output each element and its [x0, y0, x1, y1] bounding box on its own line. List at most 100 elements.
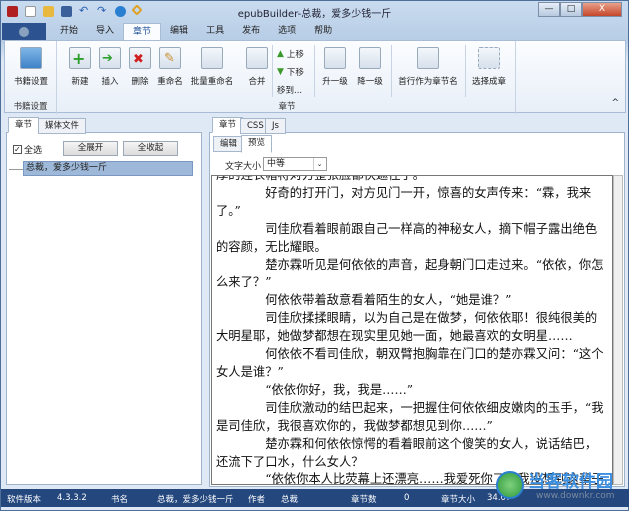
- ribbon: 书籍设置 书籍设置 + 新建 ➔ 插入 ✖ 删除 ✎ 重命名 批量重命名 合并 ▲ 上移 …: [4, 40, 626, 114]
- promote-label: 升一级: [322, 77, 348, 87]
- new-button[interactable]: + 新建: [63, 47, 97, 87]
- select-all-label: 全选: [24, 146, 43, 156]
- group-book-settings: 书籍设置 书籍设置: [5, 41, 57, 114]
- expand-all-button[interactable]: 全展开: [63, 141, 118, 156]
- tree-item[interactable]: 总裁，爱多少钱一斤: [23, 161, 193, 176]
- promote-icon: [324, 47, 346, 69]
- vertical-scrollbar[interactable]: [613, 175, 623, 485]
- select-chapter-button[interactable]: 选择成章: [469, 47, 509, 87]
- tab-start[interactable]: 开始: [51, 23, 87, 40]
- tab-options[interactable]: 选项: [269, 23, 305, 40]
- first-line-title-button[interactable]: 首行作为章节名: [395, 47, 461, 87]
- version-value: 4.3.3.2: [57, 493, 87, 503]
- paragraph: 司佳欣激动的结巴起来，一把握住何依依细皮嫩肉的玉手，“我是司佳欣，我很喜欢你的，…: [216, 400, 604, 433]
- paragraph: 何依依带着敌意看着陌生的女人，“她是谁？”: [265, 293, 512, 308]
- tab-chapters[interactable]: 章节: [8, 117, 40, 133]
- book-value: 总裁，爱多少钱一斤: [157, 495, 234, 505]
- watermark-text: 当客软件园: [528, 472, 613, 492]
- app-window: ↶ ↷ epubBuilder-总裁，爱多少钱一斤 — □ X 开始 导入 章节…: [0, 0, 629, 511]
- chapter-tree-panel: [6, 132, 202, 485]
- tab-chapter-content[interactable]: 章节: [212, 117, 244, 133]
- size-label: 章节大小: [441, 495, 476, 505]
- tab-import[interactable]: 导入: [87, 23, 123, 40]
- group-chapter: + 新建 ➔ 插入 ✖ 删除 ✎ 重命名 批量重命名 合并 ▲ 上移 ▼ 下移 移到... …: [57, 41, 537, 114]
- move-up-label: 上移: [286, 50, 304, 60]
- merge-label: 合并: [248, 77, 266, 87]
- chapters-label: 章节数: [351, 495, 377, 505]
- window-title: epubBuilder-总裁，爱多少钱一斤: [237, 9, 392, 20]
- promote-button[interactable]: 升一级: [318, 47, 352, 87]
- merge-button[interactable]: 合并: [240, 47, 274, 87]
- insert-label: 插入: [101, 77, 119, 87]
- paragraph: 好奇的打开门，对方见门一开，惊喜的女声传来：“霖，我来了。”: [216, 185, 592, 218]
- font-size-select[interactable]: 中等 ⌄: [263, 157, 327, 171]
- tab-preview[interactable]: 预览: [241, 135, 273, 153]
- move-down-label: 下移: [286, 68, 304, 78]
- user-icon: [19, 26, 29, 37]
- insert-button[interactable]: ➔ 插入: [93, 47, 127, 87]
- maximize-button[interactable]: □: [560, 2, 582, 17]
- author-value: 总裁: [281, 495, 299, 505]
- book-settings-label: 书籍设置: [13, 77, 48, 87]
- paragraph: 司佳欣看着眼前跟自己一样高的神秘女人，摘下帽子露出绝色的容颜，无比耀眼。: [216, 221, 598, 254]
- move-up-button[interactable]: ▲ 上移: [277, 48, 304, 60]
- chapters-value: 0: [404, 493, 410, 503]
- minimize-button[interactable]: —: [538, 2, 560, 17]
- book-label: 书名: [111, 495, 129, 505]
- first-line-title-label: 首行作为章节名: [398, 77, 458, 87]
- arrow-up-icon: ▲: [277, 49, 284, 59]
- tab-media-files[interactable]: 媒体文件: [38, 118, 87, 134]
- select-all-checkbox[interactable]: ✓ 全选: [13, 143, 42, 156]
- tab-chapter[interactable]: 章节: [123, 23, 162, 40]
- tab-edit[interactable]: 编辑: [161, 23, 197, 40]
- watermark-logo: 当客软件园 www.downkr.com: [496, 467, 626, 509]
- batch-rename-icon: [201, 47, 223, 69]
- new-label: 新建: [71, 77, 89, 87]
- collapse-all-button[interactable]: 全收起: [123, 141, 178, 156]
- insert-icon: ➔: [99, 47, 121, 69]
- font-size-label: 文字大小: [225, 162, 262, 172]
- tab-editor[interactable]: 编辑: [213, 136, 245, 152]
- close-button[interactable]: X: [582, 2, 622, 17]
- demote-label: 降一级: [357, 77, 383, 87]
- batch-rename-label: 批量重命名: [190, 77, 234, 87]
- arrow-down-icon: ▼: [277, 67, 284, 77]
- group-label: 章节: [278, 102, 296, 112]
- demote-icon: [359, 47, 381, 69]
- select-chapter-icon: [478, 47, 500, 69]
- rename-button[interactable]: ✎ 重命名: [153, 47, 187, 87]
- gear-icon: [20, 47, 42, 69]
- delete-icon: ✖: [129, 47, 151, 69]
- ribbon-tabs: 开始 导入 章节 编辑 工具 发布 选项 帮助: [1, 23, 341, 40]
- paragraph: 何依依不看司佳欣，朝双臂抱胸靠在门口的楚亦霖又问：“这个女人是谁？”: [216, 347, 604, 379]
- select-chapter-label: 选择成章: [471, 77, 506, 87]
- font-size-value: 中等: [267, 159, 286, 169]
- rename-label: 重命名: [157, 77, 183, 87]
- checkbox-icon: ✓: [13, 145, 22, 154]
- move-down-button[interactable]: ▼ 下移: [277, 66, 304, 78]
- tab-tools[interactable]: 工具: [197, 23, 233, 40]
- collapse-ribbon-button[interactable]: ^: [611, 98, 619, 108]
- watermark-icon: [496, 471, 524, 499]
- book-settings-button[interactable]: 书籍设置: [11, 47, 51, 87]
- tab-js[interactable]: Js: [265, 118, 286, 134]
- chapter-preview-text: 厚的连衣帽将对方整张脸都快遮住了。 好奇的打开门，对方见门一开，惊喜的女声传来：…: [211, 175, 613, 485]
- new-chapter-icon: +: [69, 47, 91, 69]
- merge-icon: [246, 47, 268, 69]
- delete-button[interactable]: ✖ 删除: [123, 47, 157, 87]
- paragraph: 厚的连衣帽将对方整张脸都快遮住了。: [216, 175, 426, 182]
- watermark-url: www.downkr.com: [536, 491, 615, 501]
- title-bar: ↶ ↷ epubBuilder-总裁，爱多少钱一斤 — □ X: [1, 1, 628, 21]
- paragraph: 楚亦霖听见是何依依的声音，起身朝门口走过来。“依依，你怎么来了？”: [216, 257, 604, 290]
- app-menu-button[interactable]: [2, 23, 46, 40]
- demote-button[interactable]: 降一级: [353, 47, 387, 87]
- tab-help[interactable]: 帮助: [305, 23, 341, 40]
- tab-publish[interactable]: 发布: [233, 23, 269, 40]
- move-to-button[interactable]: 移到...: [277, 84, 302, 96]
- pencil-icon: ✎: [159, 47, 181, 69]
- delete-label: 删除: [131, 77, 149, 87]
- paragraph: “依依你好，我，我是……”: [265, 382, 414, 397]
- group-label: 书籍设置: [13, 102, 48, 112]
- first-line-title-icon: [417, 47, 439, 69]
- batch-rename-button[interactable]: 批量重命名: [189, 47, 235, 87]
